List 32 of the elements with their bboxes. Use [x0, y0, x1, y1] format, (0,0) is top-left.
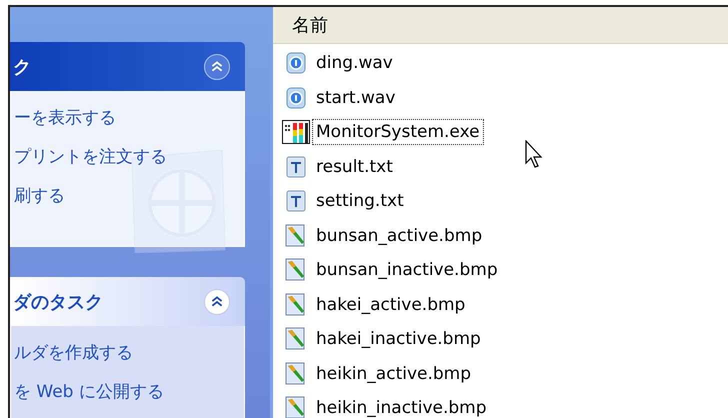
file-name[interactable]: MonitorSystem.exe — [312, 119, 484, 146]
file-name[interactable]: heikin_active.bmp — [312, 360, 476, 387]
text-file-icon — [286, 190, 306, 212]
task-link[interactable]: ーを表示する — [14, 103, 244, 133]
paint-file-icon — [285, 327, 307, 352]
file-name[interactable]: heikin_inactive.bmp — [312, 395, 491, 418]
file-name[interactable]: bunsan_inactive.bmp — [312, 257, 502, 284]
paint-file-icon — [285, 362, 307, 386]
paint-file-icon — [285, 396, 307, 418]
task-link[interactable]: プリントを注文する — [14, 142, 244, 172]
text-file-icon — [286, 156, 306, 178]
file-name[interactable]: setting.txt — [312, 188, 408, 214]
task-link[interactable]: ルダを作成する — [14, 338, 244, 368]
equalizer-app-icon — [282, 120, 310, 144]
mouse-pointer-icon — [525, 140, 543, 168]
file-name[interactable]: result.txt — [312, 154, 397, 180]
file-name[interactable]: ding.wav — [312, 50, 397, 76]
pane-title: ク — [13, 56, 31, 78]
paint-file-icon — [285, 292, 307, 317]
paint-file-icon — [285, 258, 307, 282]
task-link[interactable]: 刷する — [14, 181, 244, 211]
file-name[interactable]: hakei_active.bmp — [312, 292, 470, 318]
sound-file-icon — [286, 86, 306, 109]
file-name[interactable]: start.wav — [312, 84, 400, 111]
pane-title: ダのタスク — [13, 290, 103, 314]
collapse-button[interactable] — [204, 288, 230, 314]
collapse-button[interactable] — [204, 54, 230, 80]
file-name[interactable]: bunsan_active.bmp — [312, 222, 486, 249]
paint-file-icon — [285, 224, 307, 248]
sound-file-icon — [286, 52, 306, 74]
task-link[interactable]: を Web に公開する — [14, 377, 244, 407]
file-name[interactable]: hakei_inactive.bmp — [312, 326, 485, 352]
